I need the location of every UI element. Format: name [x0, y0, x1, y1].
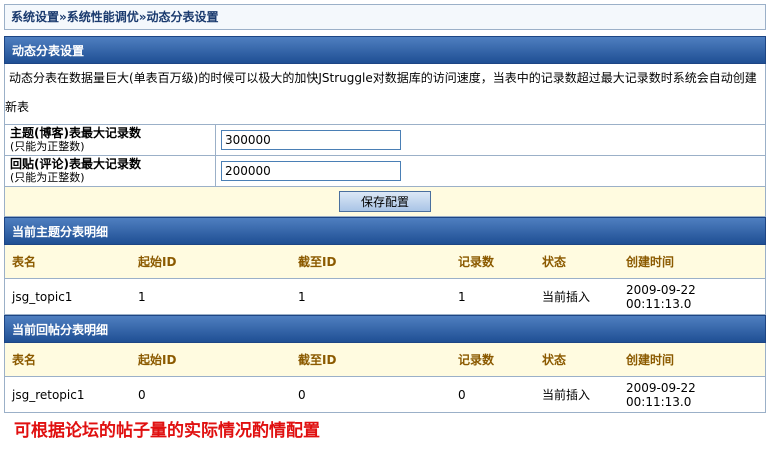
col-table-name: 表名	[4, 245, 131, 279]
settings-panel: 系统设置»系统性能调优»动态分表设置 动态分表设置 动态分表在数据量巨大(单表百…	[4, 4, 766, 413]
cell-status: 当前插入	[535, 376, 619, 413]
section-header-dynamic-table: 动态分表设置	[4, 36, 766, 64]
topic-table: 表名 起始ID 截至ID 记录数 状态 创建时间 jsg_topic1 1 1 …	[4, 245, 766, 315]
col-end-id: 截至ID	[291, 245, 451, 279]
table-row: jsg_topic1 1 1 1 当前插入 2009-09-22 00:11:1…	[4, 278, 766, 315]
col-record-count: 记录数	[451, 245, 535, 279]
cell-table-name: jsg_topic1	[4, 278, 131, 315]
reply-table: 表名 起始ID 截至ID 记录数 状态 创建时间 jsg_retopic1 0 …	[4, 343, 766, 413]
topic-max-hint: (只能为正整数)	[10, 140, 85, 153]
reply-max-hint: (只能为正整数)	[10, 171, 85, 184]
topic-max-input-cell	[215, 124, 766, 156]
section-header-topic-tables: 当前主题分表明细	[4, 217, 766, 245]
config-row-reply: 回贴(评论)表最大记录数 (只能为正整数)	[4, 155, 766, 187]
config-form: 主题(博客)表最大记录数 (只能为正整数) 回贴(评论)表最大记录数 (只能为正…	[4, 124, 766, 187]
config-note: 可根据论坛的帖子量的实际情况酌情配置	[14, 421, 320, 441]
cell-start-id: 0	[131, 376, 291, 413]
topic-max-label: 主题(博客)表最大记录数	[10, 126, 141, 140]
section-header-reply-tables: 当前回帖分表明细	[4, 315, 766, 343]
description: 动态分表在数据量巨大(单表百万级)的时候可以极大的加快JStruggle对数据库…	[4, 64, 766, 124]
cell-record-count: 0	[451, 376, 535, 413]
col-record-count: 记录数	[451, 343, 535, 377]
col-start-id: 起始ID	[131, 343, 291, 377]
col-start-id: 起始ID	[131, 245, 291, 279]
table-row: jsg_retopic1 0 0 0 当前插入 2009-09-22 00:11…	[4, 376, 766, 413]
reply-table-header: 表名 起始ID 截至ID 记录数 状态 创建时间	[4, 343, 766, 377]
col-created-time: 创建时间	[619, 245, 766, 279]
col-created-time: 创建时间	[619, 343, 766, 377]
col-status: 状态	[535, 343, 619, 377]
description-line-1: 动态分表在数据量巨大(单表百万级)的时候可以极大的加快JStruggle对数据库…	[9, 71, 757, 85]
topic-max-label-cell: 主题(博客)表最大记录数 (只能为正整数)	[4, 124, 216, 156]
config-row-topic: 主题(博客)表最大记录数 (只能为正整数)	[4, 124, 766, 156]
reply-max-input-cell	[215, 155, 766, 187]
topic-max-input[interactable]	[221, 130, 401, 150]
reply-max-label-cell: 回贴(评论)表最大记录数 (只能为正整数)	[4, 155, 216, 187]
col-end-id: 截至ID	[291, 343, 451, 377]
cell-end-id: 1	[291, 278, 451, 315]
col-table-name: 表名	[4, 343, 131, 377]
cell-table-name: jsg_retopic1	[4, 376, 131, 413]
reply-max-label: 回贴(评论)表最大记录数	[10, 157, 141, 171]
breadcrumb: 系统设置»系统性能调优»动态分表设置	[4, 4, 766, 30]
col-status: 状态	[535, 245, 619, 279]
reply-max-input[interactable]	[221, 161, 401, 181]
save-button[interactable]: 保存配置	[339, 191, 431, 212]
cell-created-time: 2009-09-22 00:11:13.0	[619, 376, 766, 413]
topic-table-header: 表名 起始ID 截至ID 记录数 状态 创建时间	[4, 245, 766, 279]
cell-created-time: 2009-09-22 00:11:13.0	[619, 278, 766, 315]
cell-end-id: 0	[291, 376, 451, 413]
cell-record-count: 1	[451, 278, 535, 315]
description-line-2: 新表	[5, 100, 30, 114]
cell-start-id: 1	[131, 278, 291, 315]
cell-status: 当前插入	[535, 278, 619, 315]
save-row: 保存配置	[4, 187, 766, 217]
